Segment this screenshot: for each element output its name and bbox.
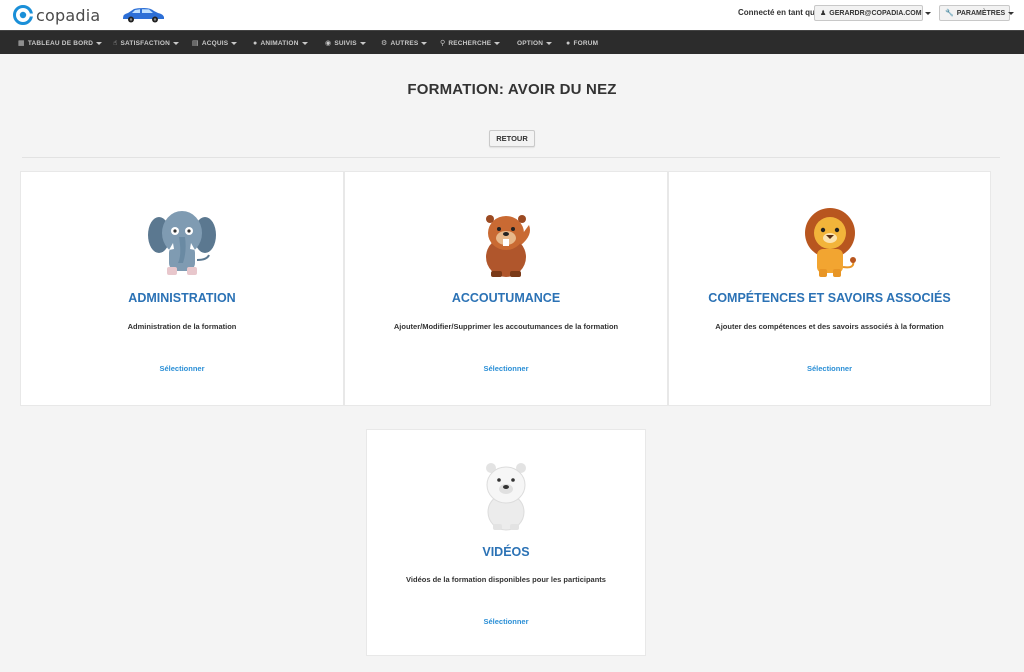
card-title: VIDÉOS — [482, 545, 530, 559]
nav-item-forum[interactable]: ● FORUM — [566, 31, 598, 55]
card-administration: ADMINISTRATION Administration de la form… — [20, 171, 344, 406]
card-description: Administration de la formation — [127, 322, 237, 331]
chevron-down-icon — [924, 11, 931, 15]
nav-label: SUIVIS — [334, 39, 357, 47]
card-videos: VIDÉOS Vidéos de la formation disponible… — [366, 429, 646, 656]
chart-icon: ▤ — [192, 40, 199, 47]
nav-label: ACQUIS — [201, 39, 229, 47]
card-description: Ajouter des compétences et des savoirs a… — [715, 322, 944, 331]
chevron-down-icon — [421, 41, 428, 45]
chevron-down-icon — [96, 41, 103, 45]
card-accoutumance: ACCOUTUMANCE Ajouter/Modifier/Supprimer … — [344, 171, 668, 406]
select-link[interactable]: Sélectionner — [345, 364, 667, 373]
chevron-down-icon — [359, 41, 366, 45]
logo-text: copadia — [36, 5, 101, 25]
main-navbar: ▦ TABLEAU DE BORD ☝ SATISFACTION ▤ ACQUI… — [0, 30, 1024, 54]
dashboard-icon: ▦ — [18, 40, 25, 47]
nav-label: FORUM — [573, 39, 599, 47]
copadia-logo[interactable]: copadia — [12, 4, 100, 26]
select-link[interactable]: Sélectionner — [21, 364, 343, 373]
chevron-down-icon — [494, 41, 501, 45]
settings-label: PARAMÈTRES — [956, 9, 1006, 17]
nav-label: AUTRES — [390, 39, 419, 47]
car-icon — [123, 8, 164, 23]
chat-icon: ● — [566, 39, 571, 47]
gamepad-icon: ● — [253, 39, 258, 47]
nav-item-autres[interactable]: ⚙ AUTRES — [381, 31, 428, 55]
chevron-down-icon — [173, 41, 180, 45]
gear-icon: ⚙ — [381, 40, 388, 47]
nav-item-recherche[interactable]: ⚲ RECHERCHE — [440, 31, 501, 55]
nav-label: OPTION — [517, 39, 544, 47]
binoculars-icon: ◉ — [325, 40, 332, 47]
beaver-icon — [486, 215, 530, 277]
elephant-icon — [148, 211, 216, 275]
nav-item-animation[interactable]: ● ANIMATION — [253, 31, 308, 55]
nav-label: ANIMATION — [260, 39, 299, 47]
nav-item-tableau-de-bord[interactable]: ▦ TABLEAU DE BORD — [18, 31, 103, 55]
user-email: GERARDR@COPADIA.COM — [829, 9, 922, 17]
settings-menu-button[interactable]: 🔧 PARAMÈTRES — [939, 5, 1015, 21]
copadia-logo-icon — [13, 5, 33, 25]
thumbs-up-icon: ☝ — [113, 40, 118, 47]
card-competences: COMPÉTENCES ET SAVOIRS ASSOCIÉS Ajouter … — [668, 171, 991, 406]
card-title: ADMINISTRATION — [128, 291, 236, 305]
nav-item-acquis[interactable]: ▤ ACQUIS — [192, 31, 238, 55]
nav-label: RECHERCHE — [448, 39, 492, 47]
connected-label: Connecté en tant que — [738, 8, 820, 17]
card-title: ACCOUTUMANCE — [451, 291, 561, 305]
chevron-down-icon — [1008, 11, 1015, 15]
chevron-down-icon — [231, 41, 238, 45]
nav-item-suivis[interactable]: ◉ SUIVIS — [325, 31, 366, 55]
nav-item-satisfaction[interactable]: ☝ SATISFACTION — [113, 31, 180, 55]
divider — [22, 157, 1000, 158]
nav-item-option[interactable]: OPTION — [517, 31, 553, 55]
user-menu-button[interactable]: ♟ GERARDR@COPADIA.COM — [814, 5, 931, 21]
top-header: copadia Connecté en tant que ♟ GERARDR@C… — [0, 0, 1024, 30]
nav-label: TABLEAU DE BORD — [27, 39, 94, 47]
chevron-down-icon — [301, 41, 308, 45]
card-description: Vidéos de la formation disponibles pour … — [406, 575, 606, 584]
wrench-icon: 🔧 — [945, 10, 954, 17]
select-link[interactable]: Sélectionner — [669, 364, 990, 373]
page-title: FORMATION: AVOIR DU NEZ — [407, 81, 617, 98]
nav-label: SATISFACTION — [120, 39, 171, 47]
user-icon: ♟ — [820, 10, 827, 17]
lion-icon — [804, 208, 856, 277]
card-title: COMPÉTENCES ET SAVOIRS ASSOCIÉS — [708, 291, 951, 305]
chevron-down-icon — [546, 41, 553, 45]
search-icon: ⚲ — [440, 40, 446, 47]
back-button[interactable]: RETOUR — [489, 130, 535, 147]
card-description: Ajouter/Modifier/Supprimer les accoutuma… — [393, 322, 619, 331]
polar-bear-icon — [486, 463, 526, 531]
select-link[interactable]: Sélectionner — [367, 617, 645, 626]
